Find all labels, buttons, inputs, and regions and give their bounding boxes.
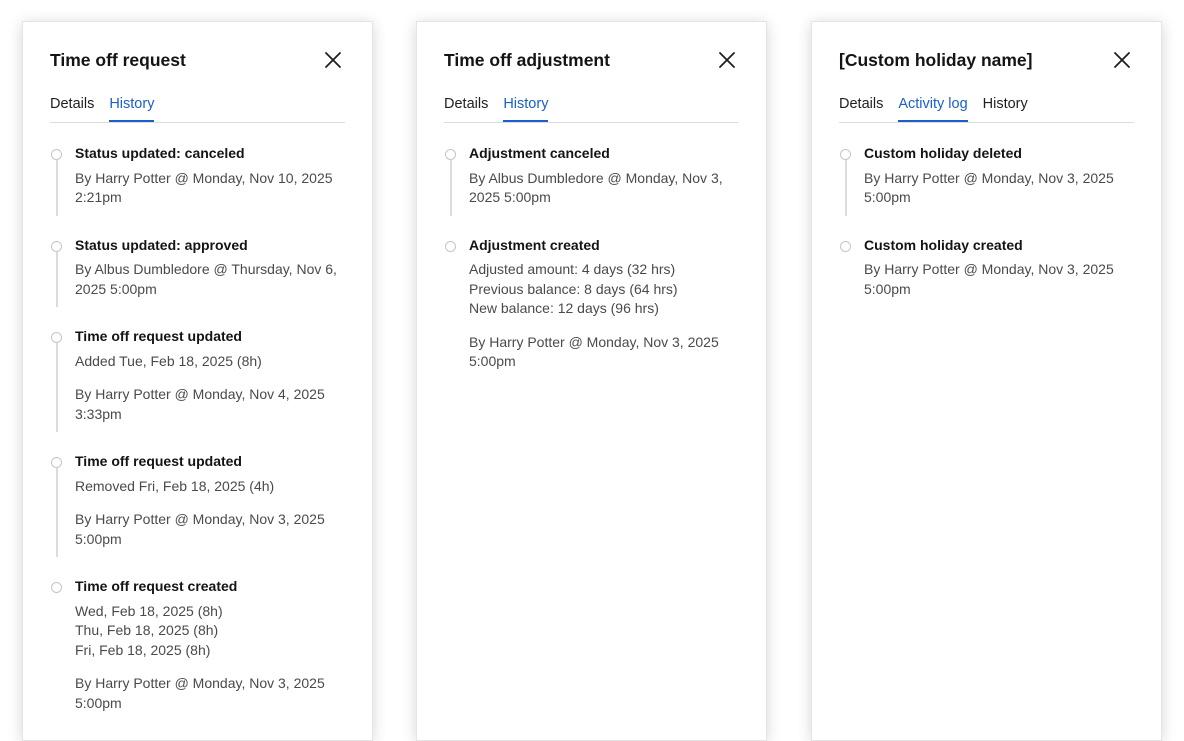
timeline-entry: Status updated: canceled By Harry Potter… xyxy=(50,144,352,216)
tab-details[interactable]: Details xyxy=(50,92,94,122)
timeline-connector xyxy=(56,251,58,307)
entry-detail-line: Removed Fri, Feb 18, 2025 (4h) xyxy=(75,477,275,494)
tab-history[interactable]: History xyxy=(983,92,1028,122)
entry-byline: By Harry Potter @ Monday, Nov 3, 2025 5:… xyxy=(469,333,719,370)
close-icon xyxy=(1114,52,1130,68)
entry-body: Wed, Feb 18, 2025 (8h) Thu, Feb 18, 2025… xyxy=(75,602,352,714)
entry-body: Adjusted amount: 4 days (32 hrs) Previou… xyxy=(469,260,746,372)
entry-body: By Harry Potter @ Monday, Nov 3, 2025 5:… xyxy=(864,260,1141,299)
tab-details[interactable]: Details xyxy=(839,92,883,122)
history-timeline: Status updated: canceled By Harry Potter… xyxy=(50,144,352,713)
timeline-dot-icon xyxy=(51,582,62,593)
entry-body: By Albus Dumbledore @ Thursday, Nov 6, 2… xyxy=(75,260,352,299)
tab-bar: Details History xyxy=(50,92,345,123)
entry-byline: By Harry Potter @ Monday, Nov 3, 2025 5:… xyxy=(864,169,1114,206)
timeline-entry: Adjustment canceled By Albus Dumbledore … xyxy=(444,144,746,216)
timeline-entry: Time off request created Wed, Feb 18, 20… xyxy=(50,577,352,713)
timeline-connector xyxy=(56,343,58,432)
panel-title: Time off adjustment xyxy=(444,50,610,70)
panel-time-off-request: Time off request Details History Status … xyxy=(22,21,373,741)
timeline-dot-icon xyxy=(51,240,62,252)
tab-history[interactable]: History xyxy=(503,92,549,122)
entry-body: By Albus Dumbledore @ Monday, Nov 3, 202… xyxy=(469,169,746,208)
close-button[interactable] xyxy=(1112,50,1132,70)
timeline-dot-icon xyxy=(51,457,62,468)
entry-byline: By Harry Potter @ Monday, Nov 3, 2025 5:… xyxy=(75,511,325,547)
timeline-entry: Time off request updated Removed Fri, Fe… xyxy=(50,452,352,557)
tab-bar: Details Activity log History xyxy=(839,92,1134,123)
entry-title: Time off request created xyxy=(75,578,238,594)
entry-byline: By Albus Dumbledore @ Thursday, Nov 6, 2… xyxy=(75,261,337,297)
entry-detail-line: Previous balance: 8 days (64 hrs) xyxy=(469,280,678,297)
entry-body: Removed Fri, Feb 18, 2025 (4h) By Harry … xyxy=(75,477,352,550)
entry-detail-line: Thu, Feb 18, 2025 (8h) xyxy=(75,622,219,638)
timeline-dot-icon xyxy=(840,240,851,252)
timeline-entry: Status updated: approved By Albus Dumble… xyxy=(50,236,352,307)
tab-history[interactable]: History xyxy=(109,92,155,122)
timeline-connector xyxy=(56,160,58,216)
entry-body: Added Tue, Feb 18, 2025 (8h) By Harry Po… xyxy=(75,352,352,425)
panel-title: [Custom holiday name] xyxy=(839,50,1033,70)
tab-activity-log[interactable]: Activity log xyxy=(898,92,968,122)
entry-title: Adjustment canceled xyxy=(469,145,610,161)
entry-title: Custom holiday created xyxy=(864,236,1023,253)
entry-title: Status updated: canceled xyxy=(75,145,245,161)
timeline-dot-icon xyxy=(840,149,851,160)
timeline-connector xyxy=(845,160,847,216)
timeline-connector xyxy=(450,160,452,216)
entry-body: By Harry Potter @ Monday, Nov 3, 2025 5:… xyxy=(864,169,1141,208)
entry-byline: By Harry Potter @ Monday, Nov 4, 2025 3:… xyxy=(75,386,325,422)
entry-detail-line: New balance: 12 days (96 hrs) xyxy=(469,300,659,316)
close-icon xyxy=(719,52,735,68)
close-button[interactable] xyxy=(323,50,343,70)
timeline-entry: Time off request updated Added Tue, Feb … xyxy=(50,327,352,432)
timeline-entry: Adjustment created Adjusted amount: 4 da… xyxy=(444,236,746,372)
entry-byline: By Harry Potter @ Monday, Nov 3, 2025 5:… xyxy=(864,261,1114,297)
entry-byline: By Harry Potter @ Monday, Nov 3, 2025 5:… xyxy=(75,675,325,711)
entry-byline: By Harry Potter @ Monday, Nov 10, 2025 2… xyxy=(75,169,333,206)
panel-header: Time off adjustment xyxy=(444,48,739,74)
entry-body: By Harry Potter @ Monday, Nov 10, 2025 2… xyxy=(75,169,352,208)
entry-detail-line: Added Tue, Feb 18, 2025 (8h) xyxy=(75,352,262,369)
entry-detail-line: Adjusted amount: 4 days (32 hrs) xyxy=(469,261,676,277)
panel-custom-holiday: [Custom holiday name] Details Activity l… xyxy=(811,21,1162,741)
panel-header: [Custom holiday name] xyxy=(839,48,1134,74)
timeline-entry: Custom holiday deleted By Harry Potter @… xyxy=(839,144,1141,216)
panel-time-off-adjustment: Time off adjustment Details History Adju… xyxy=(416,21,767,741)
timeline-dot-icon xyxy=(445,149,456,160)
entry-byline: By Albus Dumbledore @ Monday, Nov 3, 202… xyxy=(469,169,723,206)
entry-detail-line: Wed, Feb 18, 2025 (8h) xyxy=(75,602,223,619)
entry-title: Custom holiday deleted xyxy=(864,145,1022,161)
activity-timeline: Custom holiday deleted By Harry Potter @… xyxy=(839,144,1141,299)
timeline-connector xyxy=(56,468,58,557)
close-icon xyxy=(325,52,341,68)
timeline-entry: Custom holiday created By Harry Potter @… xyxy=(839,236,1141,300)
timeline-dot-icon xyxy=(51,332,62,343)
close-button[interactable] xyxy=(717,50,737,70)
timeline-dot-icon xyxy=(445,240,456,252)
panel-title: Time off request xyxy=(50,50,186,70)
entry-detail-line: Fri, Feb 18, 2025 (8h) xyxy=(75,641,211,658)
timeline-dot-icon xyxy=(51,149,62,160)
entry-title: Adjustment created xyxy=(469,236,600,253)
tab-bar: Details History xyxy=(444,92,739,123)
panel-header: Time off request xyxy=(50,48,345,74)
history-timeline: Adjustment canceled By Albus Dumbledore … xyxy=(444,144,746,372)
entry-title: Status updated: approved xyxy=(75,236,248,253)
entry-title: Time off request updated xyxy=(75,453,242,469)
entry-title: Time off request updated xyxy=(75,328,242,344)
tab-details[interactable]: Details xyxy=(444,92,488,122)
